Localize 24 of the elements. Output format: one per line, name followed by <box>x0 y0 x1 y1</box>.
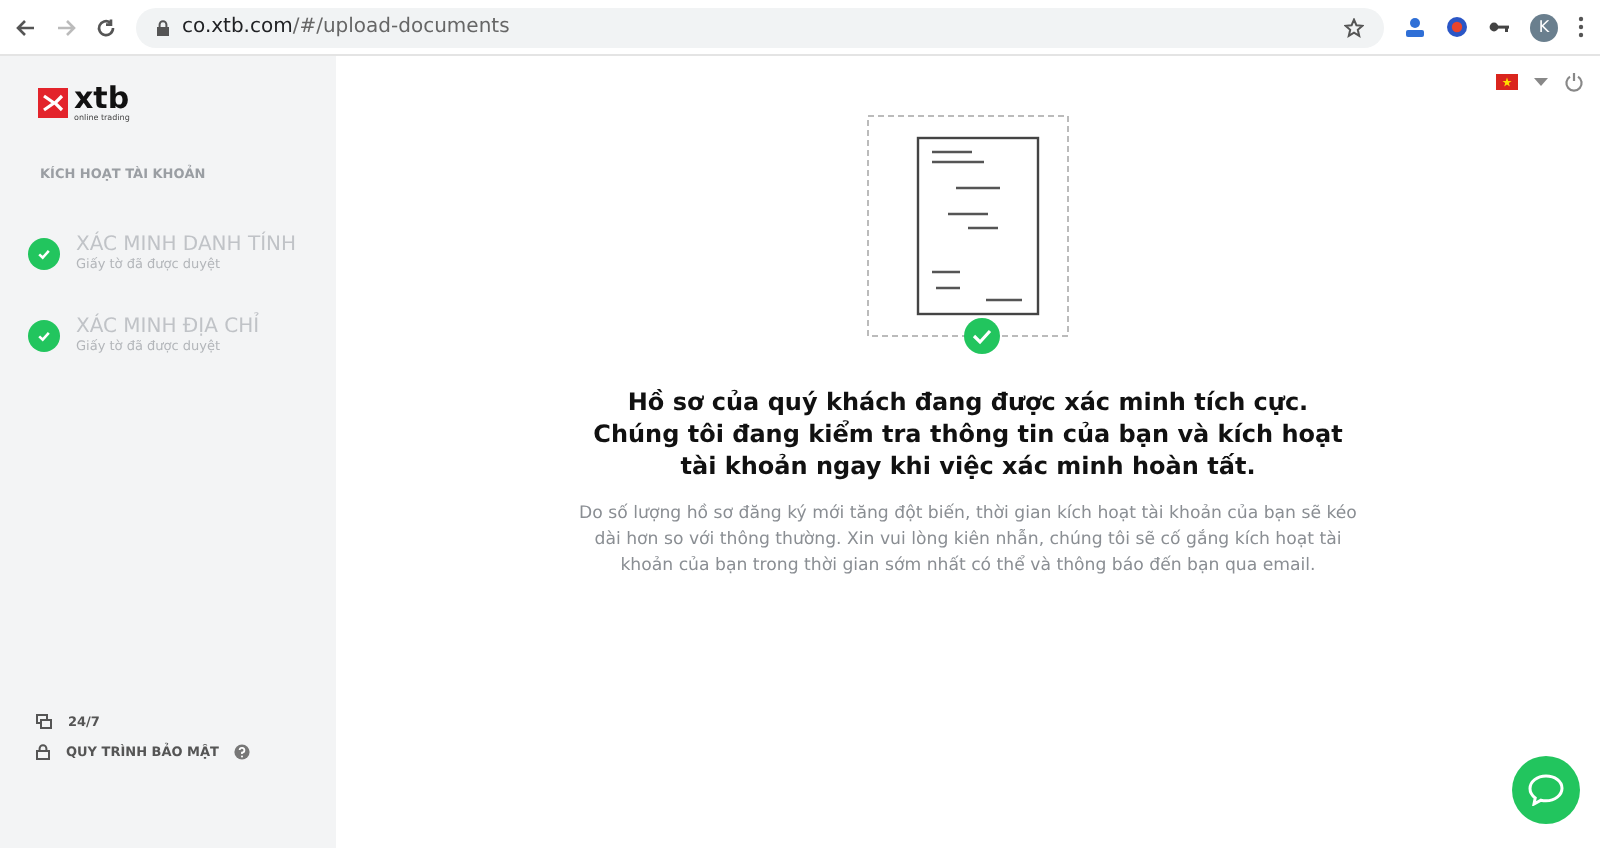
url-host: co.xtb.com <box>182 16 293 38</box>
logo-text: xtb <box>74 84 130 112</box>
lock-icon <box>36 744 50 760</box>
check-icon <box>36 327 52 343</box>
extension-icon[interactable] <box>1446 16 1468 38</box>
status-message: Do số lượng hồ sơ đăng ký mới tăng đột biến, thời gian kích hoạt tài khoản của bạn sẽ kéo dài hơn so với thông thường. Xin vui lòng kiên nhẫn, chúng tôi sẽ cố gắng kích hoạt tài khoản của bạn trong thời gian sớm nhất có thể và thông báo đến bạn qua email. <box>578 502 1358 580</box>
back-icon[interactable] <box>16 17 36 37</box>
url-path: /#/upload-documents <box>292 16 510 38</box>
reload-icon[interactable] <box>96 17 116 37</box>
status-heading: Hồ sơ của quý khách đang được xác minh tích cực. Chúng tôi đang kiểm tra thông tin của bạn và kích hoạt tài khoản ngay khi việc xác minh hoàn tất. <box>591 386 1345 482</box>
help-icon[interactable] <box>234 744 251 760</box>
chat-icon <box>1528 774 1564 806</box>
person-icon[interactable] <box>1404 16 1426 38</box>
logo-icon <box>38 88 68 118</box>
address-bar[interactable]: co.xtb.com/#/upload-documents <box>136 7 1384 47</box>
menu-icon[interactable] <box>1578 16 1584 38</box>
lock-icon <box>156 19 170 35</box>
star-icon[interactable] <box>1344 17 1364 37</box>
check-icon <box>36 245 52 261</box>
chat-icon <box>36 714 52 730</box>
dropdown-caret-icon[interactable] <box>1534 78 1548 86</box>
profile-avatar[interactable]: K <box>1530 13 1558 41</box>
power-icon[interactable] <box>1564 72 1584 92</box>
flag-icon[interactable] <box>1496 74 1518 90</box>
